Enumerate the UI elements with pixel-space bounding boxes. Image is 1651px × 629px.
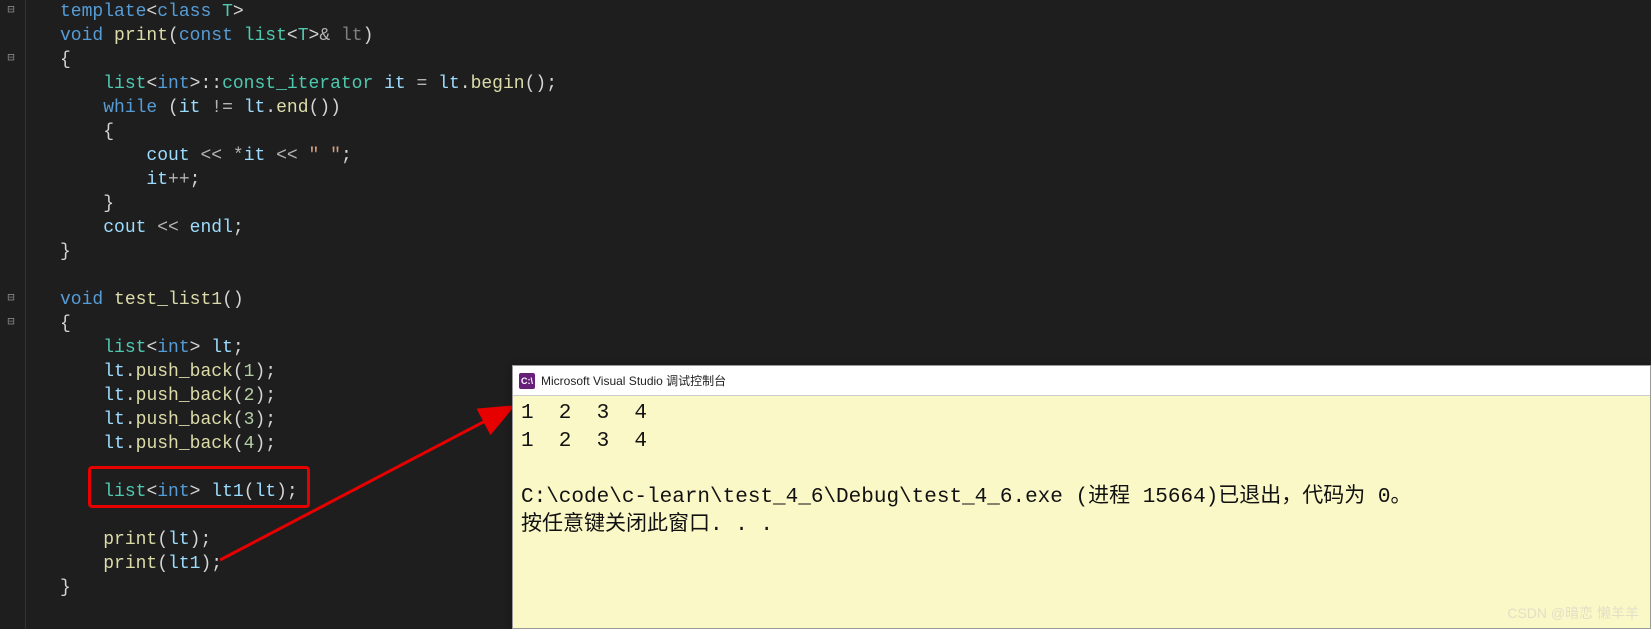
watermark: CSDN @暗恋 懒羊羊 (1507, 603, 1639, 623)
console-line: 1 2 3 4 (521, 430, 647, 453)
console-titlebar[interactable]: C:\ Microsoft Visual Studio 调试控制台 (513, 366, 1650, 396)
console-output[interactable]: 1 2 3 4 1 2 3 4 C:\code\c-learn\test_4_6… (513, 396, 1650, 544)
code-line[interactable]: { (26, 48, 1651, 72)
code-line[interactable]: void print(const list<T>& lt) (26, 24, 1651, 48)
editor-gutter: ⊟ ⊟ ⊟ ⊟ (0, 0, 26, 629)
code-line[interactable]: void test_list1() (26, 288, 1651, 312)
fold-indicator[interactable]: ⊟ (2, 2, 20, 17)
code-line[interactable]: while (it != lt.end()) (26, 96, 1651, 120)
fold-indicator[interactable]: ⊟ (2, 290, 20, 305)
console-line: 按任意键关闭此窗口. . . (521, 514, 773, 537)
debug-console-window[interactable]: C:\ Microsoft Visual Studio 调试控制台 1 2 3 … (512, 365, 1651, 629)
console-line: 1 2 3 4 (521, 402, 647, 425)
console-title: Microsoft Visual Studio 调试控制台 (541, 372, 726, 389)
vs-icon: C:\ (519, 373, 535, 389)
code-line[interactable]: } (26, 240, 1651, 264)
code-line[interactable]: { (26, 120, 1651, 144)
fold-indicator[interactable]: ⊟ (2, 314, 20, 329)
code-line[interactable]: } (26, 192, 1651, 216)
code-line[interactable]: cout << *it << " "; (26, 144, 1651, 168)
code-line[interactable]: cout << endl; (26, 216, 1651, 240)
code-line[interactable] (26, 264, 1651, 288)
code-line[interactable]: template<class T> (26, 0, 1651, 24)
code-line[interactable]: list<int>::const_iterator it = lt.begin(… (26, 72, 1651, 96)
fold-indicator[interactable]: ⊟ (2, 50, 20, 65)
console-line: C:\code\c-learn\test_4_6\Debug\test_4_6.… (521, 486, 1412, 509)
code-line[interactable]: { (26, 312, 1651, 336)
code-line[interactable]: list<int> lt; (26, 336, 1651, 360)
code-line[interactable]: it++; (26, 168, 1651, 192)
